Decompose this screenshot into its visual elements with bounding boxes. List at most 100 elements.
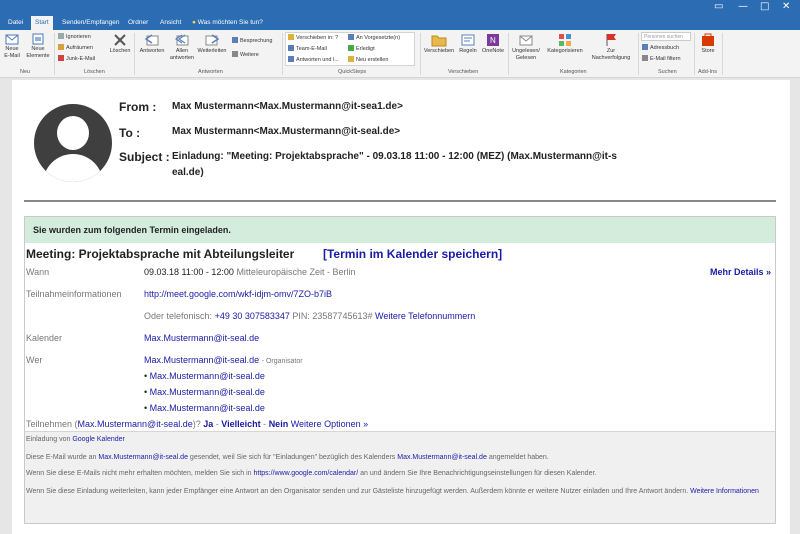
ribbon-display-icon[interactable]: ▭ [714, 1, 723, 12]
tab-ordner[interactable]: Ordner [124, 16, 152, 30]
close-button[interactable]: ✕ [782, 1, 790, 12]
rsvp-separator: - [263, 419, 267, 429]
guest-link[interactable]: Max.Mustermann@it-seal.de [150, 371, 265, 381]
rsvp-yes-button[interactable]: Ja [203, 419, 213, 429]
svg-text:N: N [490, 36, 496, 45]
bullet-icon: • [144, 403, 148, 413]
footer-text: Wenn Sie diese Einladung weiterleiten, k… [26, 488, 689, 495]
cleanup-button[interactable]: Aufräumen [58, 44, 93, 51]
reply-all-button[interactable]: Allen antworten [168, 33, 196, 62]
group-label-loeschen: Löschen [84, 69, 105, 75]
more-options-link[interactable]: Weitere Optionen » [291, 419, 368, 429]
ribbon-tabs: Datei Start Senden/Empfangen Ordner Ansi… [0, 16, 800, 30]
footer-text: an und ändern Sie Ihre Benachrichtigungs… [360, 470, 597, 477]
group-label-quicksteps: QuickSteps [338, 69, 367, 75]
rsvp-separator: - [215, 419, 219, 429]
ignore-button[interactable]: Ignorieren [58, 33, 91, 40]
google-calendar-link[interactable]: Google Kalender [72, 436, 125, 443]
cleanup-icon [58, 44, 64, 50]
filter-email-button[interactable]: E-Mail filtern [642, 55, 681, 62]
quicksteps-gallery: Verschieben in: ? Team-E-Mail Antworten … [285, 32, 415, 66]
footer-invite-from: Einladung von Google Kalender [26, 434, 766, 445]
subject-label: Subject : [119, 150, 170, 164]
tab-ansicht[interactable]: Ansicht [156, 16, 185, 30]
quickstep-to-manager[interactable]: An Vorgesetzte(n) [348, 34, 400, 41]
tab-datei[interactable]: Datei [4, 16, 27, 30]
filter-icon [642, 55, 648, 61]
save-to-calendar-link[interactable]: [Termin im Kalender speichern] [323, 247, 502, 261]
quickstep-create-new[interactable]: Neu erstellen [348, 56, 388, 63]
store-icon [702, 33, 714, 46]
onenote-button[interactable]: N OneNote [480, 33, 506, 55]
new-items-button[interactable]: Neue Elemente [24, 33, 52, 60]
guest-item: • Max.Mustermann@it-seal.de [144, 387, 265, 397]
to-label: To : [119, 126, 141, 140]
calendar-value-link[interactable]: Max.Mustermann@it-seal.de [144, 333, 259, 343]
invite-from-text: Einladung von [26, 436, 71, 443]
search-people-input[interactable]: Personen suchen [641, 32, 691, 41]
guest-link[interactable]: Max.Mustermann@it-seal.de [150, 403, 265, 413]
to-value[interactable]: Max Mustermann<Max.Mustermann@it-seal.de… [172, 124, 400, 140]
separator [282, 33, 283, 75]
guest-item: • Max.Mustermann@it-seal.de [144, 403, 265, 413]
store-button[interactable]: Store [697, 33, 719, 55]
unread-read-button[interactable]: Ungelesen/ Gelesen [510, 33, 542, 62]
more-details-link[interactable]: Mehr Details » [710, 267, 771, 277]
minimize-button[interactable]: — [738, 1, 748, 12]
followup-button[interactable]: Zur Nachverfolgung [588, 33, 634, 62]
organizer-link[interactable]: Max.Mustermann@it-seal.de [144, 355, 259, 365]
delete-button[interactable]: Löschen [108, 33, 132, 55]
footer-recipient-link[interactable]: Max.Mustermann@it-seal.de [98, 454, 188, 461]
rsvp-email-link[interactable]: Max.Mustermann@it-seal.de [78, 419, 193, 429]
move-button[interactable]: Verschieben [422, 33, 456, 55]
tab-senden-empfangen[interactable]: Senden/Empfangen [58, 16, 123, 30]
categorize-button[interactable]: Kategorisieren [544, 33, 586, 55]
divider [24, 200, 776, 202]
new-email-button[interactable]: Neue E-Mail [2, 33, 22, 60]
rsvp-maybe-button[interactable]: Vielleicht [221, 419, 260, 429]
reply-button[interactable]: Antworten [137, 33, 167, 55]
guest-link[interactable]: Max.Mustermann@it-seal.de [150, 387, 265, 397]
ignore-icon [58, 33, 64, 39]
title-bar: ▭ — □ ✕ [0, 0, 800, 16]
meeting-button[interactable]: Besprechung [232, 37, 272, 44]
new-items-icon [32, 33, 44, 45]
lightning-icon [348, 56, 354, 62]
move-to-icon [288, 34, 294, 40]
more-info-link[interactable]: Weitere Informationen [690, 488, 759, 495]
footer-text: gesendet, weil Sie sich für "Einladungen… [189, 454, 396, 461]
rules-button[interactable]: Regeln [457, 33, 479, 55]
from-value[interactable]: Max Mustermann<Max.Mustermann@it-sea1.de… [172, 99, 403, 115]
from-label: From : [119, 100, 157, 114]
quickstep-team-email[interactable]: Team-E-Mail [288, 45, 327, 52]
phone-number-link[interactable]: +49 30 307583347 [215, 311, 290, 321]
avatar-head [57, 116, 89, 150]
tell-me-box[interactable]: ● Was möchten Sie tun? [188, 16, 267, 30]
avatar-body [43, 154, 103, 182]
quickstep-reply-delete[interactable]: Antworten und l... [288, 56, 339, 63]
google-calendar-url-link[interactable]: https://www.google.com/calendar/ [254, 470, 359, 477]
meeting-title: Meeting: Projektabsprache mit Abteilungs… [26, 247, 295, 261]
organizer-role: - Organisator [261, 358, 303, 365]
when-label: Wann [26, 267, 50, 277]
tab-start[interactable]: Start [31, 16, 53, 30]
maximize-button[interactable]: □ [760, 1, 769, 12]
footer-calendar-link[interactable]: Max.Mustermann@it-seal.de [397, 454, 487, 461]
rsvp-no-button[interactable]: Nein [269, 419, 289, 429]
junk-button[interactable]: Junk-E-Mail [58, 55, 95, 62]
quickstep-move-to[interactable]: Verschieben in: ? [288, 34, 338, 41]
organizer-item: Max.Mustermann@it-seal.de - Organisator [144, 355, 303, 365]
more-phones-link[interactable]: Weitere Telefonnummern [375, 311, 475, 321]
calendar-invite: Sie wurden zum folgenden Termin eingelad… [24, 216, 776, 524]
address-book-button[interactable]: Adressbuch [642, 44, 679, 51]
invite-footer: Einladung von Google Kalender Diese E-Ma… [25, 431, 775, 523]
group-label-antworten: Antworten [198, 69, 223, 75]
more-respond-button[interactable]: Weitere [232, 51, 259, 58]
meet-link[interactable]: http://meet.google.com/wkf-idjm-omv/7ZO-… [144, 289, 332, 299]
forward-button[interactable]: Weiterleiten [197, 33, 227, 55]
reading-pane: From : Max Mustermann<Max.Mustermann@it-… [12, 80, 790, 534]
quickstep-done[interactable]: Erledigt [348, 45, 375, 52]
folder-icon [431, 35, 447, 47]
group-label-kategorien: Kategorien [560, 69, 587, 75]
subject-line-2: eal.de) [172, 167, 204, 178]
